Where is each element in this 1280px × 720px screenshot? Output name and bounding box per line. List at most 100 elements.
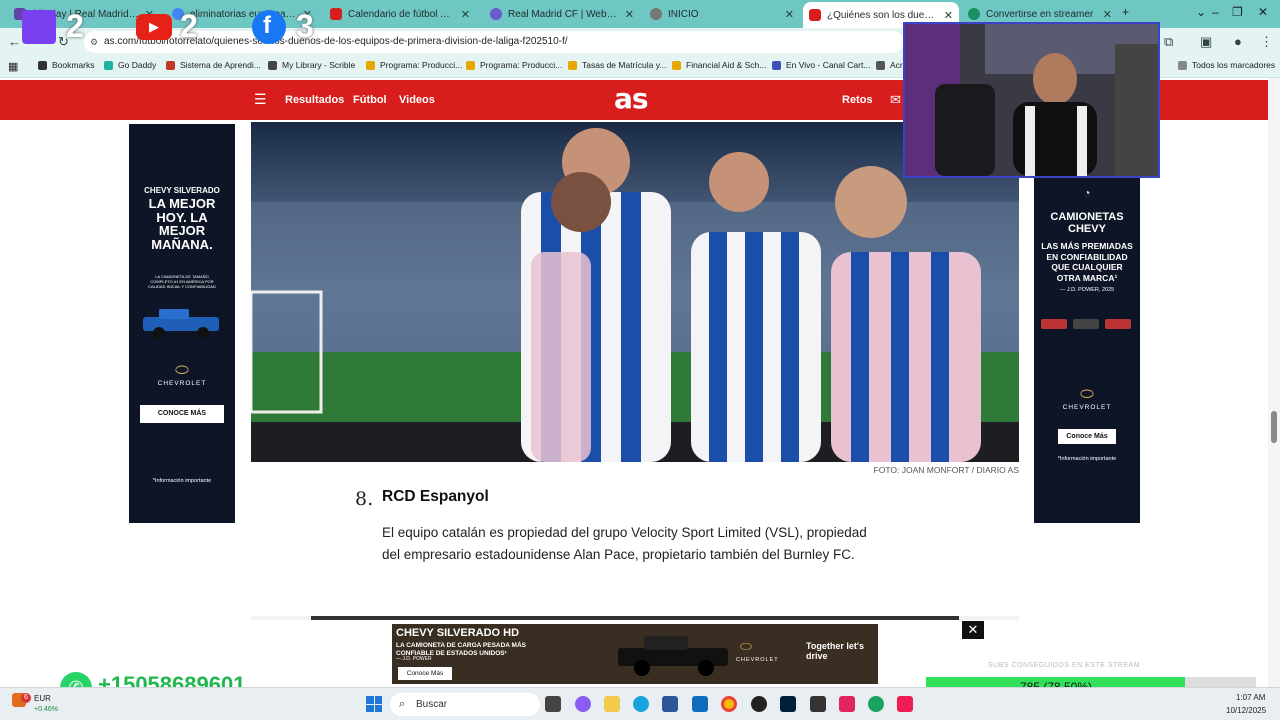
clock-date[interactable]: 10/12/2025	[1226, 706, 1266, 715]
banner-brand: CHEVROLET	[736, 657, 779, 663]
bookmark-favicon-icon	[366, 60, 375, 70]
bookmark-label: Financial Aid & Sch...	[686, 60, 767, 70]
copilot-icon[interactable]	[575, 696, 591, 712]
bookmark-favicon-icon	[466, 60, 475, 70]
youtube-icon: ▶	[136, 14, 172, 40]
address-bar[interactable]: ⚙ as.com/futbol/fotorrelato/quienes-son-…	[84, 31, 904, 53]
photoshop-icon[interactable]	[780, 696, 796, 712]
bookmark-item[interactable]: My Library - Scrible	[268, 60, 355, 70]
edge-icon[interactable]	[633, 696, 649, 712]
calculator-icon[interactable]	[810, 696, 826, 712]
obs-icon[interactable]	[751, 696, 767, 712]
list-number: 8.	[355, 488, 374, 510]
ad-headline: LA MEJOR HOY. LA MEJOR MAÑANA.	[148, 196, 216, 252]
nav-futbol[interactable]: Fútbol	[353, 94, 387, 106]
ad-small-print: LA CAMIONETA DE TAMAÑO COMPLETO #1 EN AM…	[148, 273, 216, 289]
truck-image	[143, 308, 219, 339]
page-scrollbar[interactable]	[1268, 78, 1280, 687]
new-tab-button[interactable]: +	[1122, 5, 1129, 19]
chevrolet-bowtie-icon: ⬭	[1080, 385, 1094, 403]
photo-caption: FOTO: JOAN MONFORT / DIARIO AS	[873, 465, 1019, 475]
bookmark-label: Programa: Producci...	[480, 60, 563, 70]
tab-label: Convertirse en streamer	[986, 8, 1094, 20]
bottom-chevy-banner[interactable]: CHEVY SILVERADO HD LA CAMIONETA DE CARGA…	[305, 620, 965, 687]
chevrolet-bowtie-icon: ⬭	[740, 638, 752, 654]
windows-start-icon[interactable]	[366, 696, 382, 712]
ad-cta-button[interactable]: CONOCE MÁS	[140, 404, 224, 423]
streamer-webcam	[903, 22, 1160, 178]
real-madrid-favicon-icon	[490, 8, 502, 20]
tab-real-madrid[interactable]: Real Madrid CF | Web Oficial ✕	[484, 3, 640, 25]
url-text: as.com/futbol/fotorrelato/quienes-son-lo…	[104, 36, 568, 47]
bookmark-item[interactable]: Sistema de Aprendi...	[166, 60, 261, 70]
file-explorer-icon[interactable]	[604, 696, 620, 712]
windows-taskbar: 6 EUR +0.46% ⌕ Buscar 1:07 AM 10/12/2025	[0, 687, 1280, 720]
ad-brand: CHEVROLET	[157, 379, 207, 387]
app-icon[interactable]	[868, 696, 884, 712]
banner-headline: CHEVY SILVERADO HD	[396, 627, 520, 639]
close-tab-icon[interactable]: ✕	[625, 8, 634, 21]
twitch-icon	[22, 10, 56, 44]
bookmark-item[interactable]: Financial Aid & Sch...	[672, 60, 766, 70]
left-chevy-ad[interactable]: CHEVY SILVERADO LA MEJOR HOY. LA MEJOR M…	[129, 124, 235, 523]
bookmark-favicon-icon	[772, 60, 781, 70]
close-tab-icon[interactable]: ✕	[944, 9, 953, 22]
bookmark-item[interactable]: Go Daddy	[104, 60, 156, 70]
article-paragraph: El equipo catalán es propiedad del grupo…	[382, 525, 867, 562]
tiktok-icon[interactable]	[897, 696, 913, 712]
close-ad-button[interactable]: ✕	[962, 621, 984, 639]
close-tab-icon[interactable]: ✕	[461, 8, 470, 21]
nav-resultados[interactable]: Resultados	[285, 94, 344, 106]
tab-label: INICIO	[668, 8, 699, 20]
team-heading: RCD Espanyol	[382, 488, 489, 505]
app-icon[interactable]	[839, 696, 855, 712]
twitch-count: 2	[66, 8, 84, 44]
facebook-count: 3	[296, 8, 314, 44]
apps-grid-icon[interactable]: ▦	[8, 60, 18, 73]
menu-icon[interactable]: ⋮	[1260, 34, 1273, 50]
tab-calendario[interactable]: Calendario de fútbol Amistosos ✕	[324, 3, 476, 25]
facebook-icon: f	[252, 10, 286, 44]
maximize-button[interactable]: ❐	[1232, 5, 1243, 19]
back-arrow-icon[interactable]: ←	[8, 34, 21, 49]
bookmark-favicon-icon	[166, 60, 175, 70]
tab-inicio[interactable]: INICIO ✕	[644, 3, 800, 25]
side-panel-icon[interactable]: ▣	[1200, 34, 1212, 50]
right-chevy-ad[interactable]: ◔ CAMIONETAS CHEVY LAS MÁS PREMIADAS EN …	[1034, 178, 1140, 523]
bookmark-label: My Library - Scrible	[282, 60, 356, 70]
close-tab-icon[interactable]: ✕	[785, 8, 794, 21]
bookmark-item[interactable]: Bookmarks	[38, 60, 95, 70]
scrible-icon	[268, 60, 277, 70]
minimize-button[interactable]: –	[1212, 5, 1219, 19]
streamer-favicon-icon	[968, 8, 980, 20]
as-logo[interactable]: as	[614, 82, 649, 115]
hamburger-menu-icon[interactable]: ☰	[254, 91, 267, 108]
scrollbar-thumb[interactable]	[1271, 411, 1277, 443]
profile-icon[interactable]: ●	[1234, 34, 1242, 49]
clock-time[interactable]: 1:07 AM	[1236, 693, 1265, 702]
close-tab-icon[interactable]: ✕	[1103, 8, 1112, 21]
outlook-icon[interactable]	[692, 696, 708, 712]
extensions-icon[interactable]: ⧉	[1164, 34, 1173, 50]
mail-icon[interactable]: ✉	[890, 92, 901, 108]
subs-ticker-label: SUBS CONSEGUIDOS EN ESTE STREAM	[988, 662, 1141, 669]
chrome-icon[interactable]	[721, 696, 737, 712]
close-window-button[interactable]: ✕	[1258, 5, 1268, 19]
store-icon[interactable]	[662, 696, 678, 712]
nav-videos[interactable]: Videos	[399, 94, 435, 106]
all-bookmarks-button[interactable]: Todos los marcadores	[1178, 60, 1275, 70]
bookmark-item[interactable]: En Vivo - Canal Cart...	[772, 60, 870, 70]
site-info-icon[interactable]: ⚙	[90, 31, 98, 53]
bookmark-item[interactable]: Tasas de Matrícula y...	[568, 60, 666, 70]
bookmark-favicon-icon	[672, 60, 681, 70]
ad-subhead: LAS MÁS PREMIADAS EN CONFIABILIDAD QUE C…	[1041, 241, 1133, 283]
tab-search-button[interactable]: ⌄	[1196, 5, 1206, 19]
bookmark-item[interactable]: Programa: Producci...	[466, 60, 562, 70]
ad-cta-button[interactable]: Conoce Más	[1058, 428, 1116, 444]
nav-retos[interactable]: Retos	[842, 94, 873, 106]
bookmark-item[interactable]: Programa: Producci...	[366, 60, 462, 70]
taskbar-search-box[interactable]: ⌕ Buscar	[390, 693, 540, 716]
task-view-icon[interactable]	[545, 696, 561, 712]
as-favicon-icon	[330, 8, 342, 20]
banner-cta-button[interactable]: Conoce Más	[398, 667, 452, 680]
